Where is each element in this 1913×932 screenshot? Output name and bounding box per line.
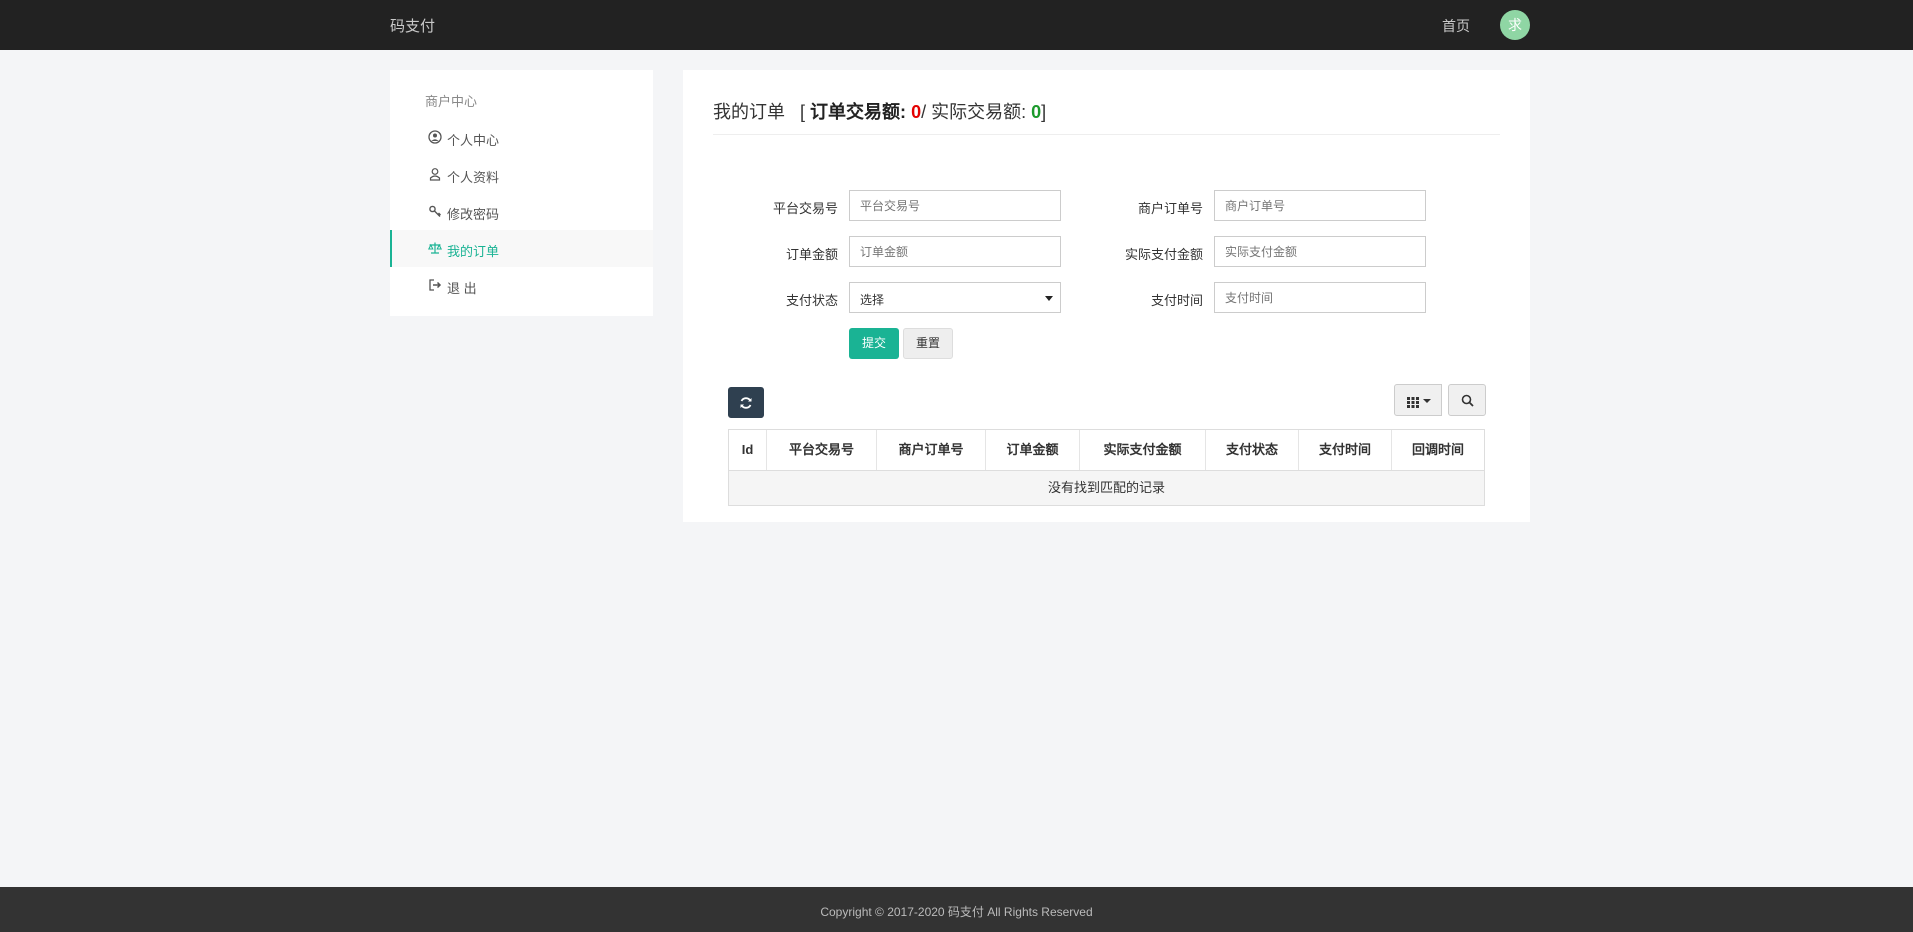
platform-trade-no-input[interactable] xyxy=(849,190,1061,221)
avatar[interactable]: 求 xyxy=(1500,10,1530,40)
scale-icon xyxy=(427,241,443,255)
main-panel: 我的订单 [ 订单交易额: 0/ 实际交易额: 0] 平台交易号 商户订单号 订… xyxy=(683,70,1530,522)
actual-amount-value: 0 xyxy=(1031,102,1042,122)
platform-trade-no-label: 平台交易号 xyxy=(772,201,838,216)
sidebar-item-logout[interactable]: 退 出 xyxy=(390,267,653,304)
column-header-pay-time[interactable]: 支付时间 xyxy=(1299,430,1392,470)
column-header-merchant-order-no[interactable]: 商户订单号 xyxy=(877,430,986,470)
sidebar-item-label: 个人资料 xyxy=(447,170,500,185)
top-navbar: 码支付 首页 求 xyxy=(0,0,1913,50)
search-toggle-button[interactable] xyxy=(1448,384,1486,416)
table-header: Id 平台交易号 商户订单号 订单金额 实际支付金额 支付状态 支付时间 回调时… xyxy=(729,430,1484,471)
nav-home-link[interactable]: 首页 xyxy=(1442,16,1470,36)
key-icon xyxy=(428,204,442,218)
actual-amount-label: 实际交易额: xyxy=(931,102,1027,122)
column-header-callback-time[interactable]: 回调时间 xyxy=(1392,430,1484,470)
active-indicator xyxy=(390,230,392,267)
sidebar: 商户中心 个人中心 个人资料 修改密码 我的订单 退 出 xyxy=(390,70,653,316)
search-icon xyxy=(1461,394,1474,412)
brand-logo-text[interactable]: 码支付 xyxy=(390,15,435,36)
amount-separator: / xyxy=(921,102,927,122)
submit-button[interactable]: 提交 xyxy=(849,328,899,359)
refresh-button[interactable] xyxy=(728,387,764,418)
page-title-text: 我的订单 xyxy=(713,102,785,122)
pay-status-label: 支付状态 xyxy=(785,293,838,308)
sidebar-item-label: 个人中心 xyxy=(447,133,500,148)
chevron-down-icon xyxy=(1045,296,1053,301)
column-header-order-amount[interactable]: 订单金额 xyxy=(986,430,1080,470)
order-amount-field-label: 订单金额 xyxy=(785,247,838,262)
grid-icon xyxy=(1407,395,1419,413)
refresh-icon xyxy=(739,396,753,415)
user-circle-icon xyxy=(428,130,442,144)
column-header-pay-status[interactable]: 支付状态 xyxy=(1206,430,1299,470)
pay-status-selected-value: 选择 xyxy=(860,293,885,307)
actual-pay-amount-label: 实际支付金额 xyxy=(1124,247,1203,262)
sidebar-item-label: 修改密码 xyxy=(447,207,500,222)
bracket-close: ] xyxy=(1041,102,1047,122)
sidebar-item-change-password[interactable]: 修改密码 xyxy=(390,193,653,230)
merchant-order-no-label: 商户订单号 xyxy=(1137,201,1203,216)
merchant-order-no-input[interactable] xyxy=(1214,190,1426,221)
sidebar-item-my-orders[interactable]: 我的订单 xyxy=(390,230,653,267)
sidebar-item-personal-center[interactable]: 个人中心 xyxy=(390,119,653,156)
sign-out-icon xyxy=(428,278,442,292)
pay-status-select[interactable]: 选择 xyxy=(849,282,1061,313)
columns-toggle-button[interactable] xyxy=(1394,384,1442,416)
column-header-id[interactable]: Id xyxy=(729,430,767,470)
page-title: 我的订单 [ 订单交易额: 0/ 实际交易额: 0] xyxy=(713,98,1046,124)
table-empty-message: 没有找到匹配的记录 xyxy=(729,471,1484,505)
footer: Copyright © 2017-2020 码支付 All Rights Res… xyxy=(0,887,1913,932)
sidebar-item-profile[interactable]: 个人资料 xyxy=(390,156,653,193)
pay-time-label: 支付时间 xyxy=(1150,293,1203,308)
copyright-text: Copyright © 2017-2020 码支付 All Rights Res… xyxy=(820,905,1093,919)
title-divider xyxy=(713,134,1500,135)
sidebar-item-label: 退 出 xyxy=(447,281,477,296)
column-header-platform-trade-no[interactable]: 平台交易号 xyxy=(767,430,877,470)
column-header-actual-pay-amount[interactable]: 实际支付金额 xyxy=(1080,430,1206,470)
order-amount-label: 订单交易额: xyxy=(810,102,907,122)
chevron-down-icon xyxy=(1423,399,1431,403)
pay-time-input[interactable] xyxy=(1214,282,1426,313)
order-amount-input[interactable] xyxy=(849,236,1061,267)
orders-table: Id 平台交易号 商户订单号 订单金额 实际支付金额 支付状态 支付时间 回调时… xyxy=(728,429,1485,506)
order-amount-value: 0 xyxy=(911,102,922,122)
bracket-open: [ xyxy=(800,102,806,122)
user-icon xyxy=(428,167,442,181)
actual-pay-amount-input[interactable] xyxy=(1214,236,1426,267)
sidebar-title: 商户中心 xyxy=(425,94,478,109)
sidebar-item-label: 我的订单 xyxy=(447,244,500,259)
reset-button[interactable]: 重置 xyxy=(903,328,953,359)
